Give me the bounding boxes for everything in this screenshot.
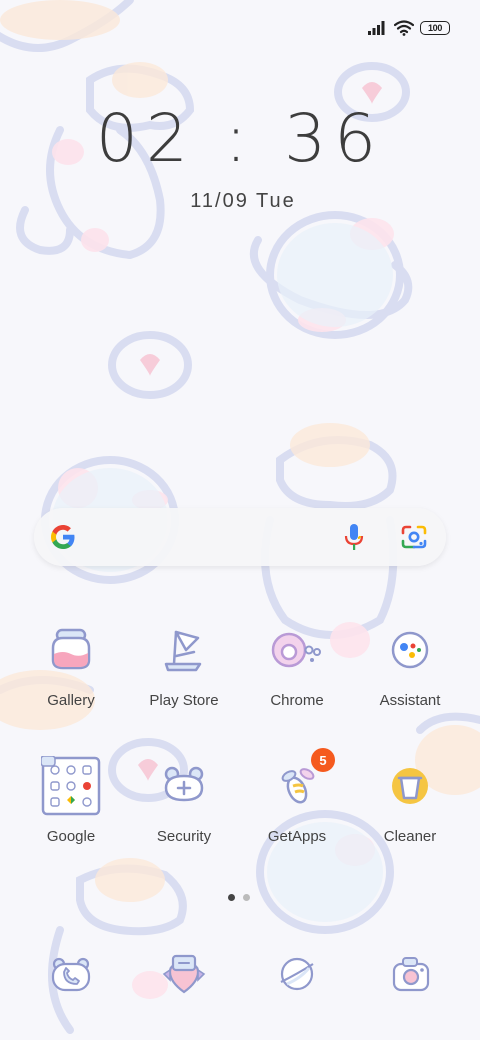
app-cleaner[interactable]: Cleaner: [355, 756, 465, 845]
gallery-icon: [41, 620, 101, 680]
app-label: Assistant: [379, 692, 441, 709]
google-logo-icon: [51, 525, 75, 549]
phone-icon[interactable]: [49, 952, 93, 996]
app-assistant[interactable]: Assistant: [355, 620, 465, 709]
page-dot[interactable]: [243, 894, 250, 901]
messages-icon[interactable]: [162, 952, 206, 996]
notification-badge: 5: [311, 748, 335, 772]
cleaner-icon: [380, 756, 440, 816]
status-bar: 100: [368, 14, 450, 42]
google-folder-icon: [40, 755, 101, 816]
lens-camera-icon[interactable]: [400, 523, 428, 551]
battery-level: 100: [427, 23, 443, 33]
browser-icon[interactable]: [275, 952, 319, 996]
app-chrome[interactable]: Chrome: [242, 620, 352, 709]
assistant-icon: [380, 620, 440, 680]
play-store-icon: [154, 620, 214, 680]
clock-time[interactable]: 02 : 36: [0, 100, 480, 177]
chrome-icon: [267, 620, 327, 680]
getapps-icon: 5: [267, 748, 335, 816]
battery-icon: 100: [420, 21, 450, 35]
app-label: Security: [156, 828, 212, 845]
app-security[interactable]: Security: [129, 756, 239, 845]
wifi-icon: [394, 20, 414, 36]
app-label: GetApps: [267, 828, 327, 845]
app-label: Google: [46, 828, 96, 845]
app-getapps[interactable]: 5 GetApps: [242, 748, 352, 845]
security-icon: [154, 756, 214, 816]
app-google-folder[interactable]: Google: [16, 755, 126, 845]
app-play-store[interactable]: Play Store: [129, 620, 239, 709]
page-indicator: [228, 894, 250, 901]
app-label: Cleaner: [383, 828, 437, 845]
google-search-bar[interactable]: [34, 508, 446, 566]
clock-date[interactable]: 11/09 Tue: [0, 190, 480, 213]
app-label: Play Store: [149, 692, 219, 709]
camera-icon[interactable]: [389, 952, 433, 996]
app-gallery[interactable]: Gallery: [16, 620, 126, 709]
app-label: Chrome: [270, 692, 324, 709]
microphone-icon[interactable]: [342, 522, 366, 552]
app-label: Gallery: [47, 692, 95, 709]
signal-icon: [368, 21, 385, 35]
page-dot-active[interactable]: [228, 894, 235, 901]
